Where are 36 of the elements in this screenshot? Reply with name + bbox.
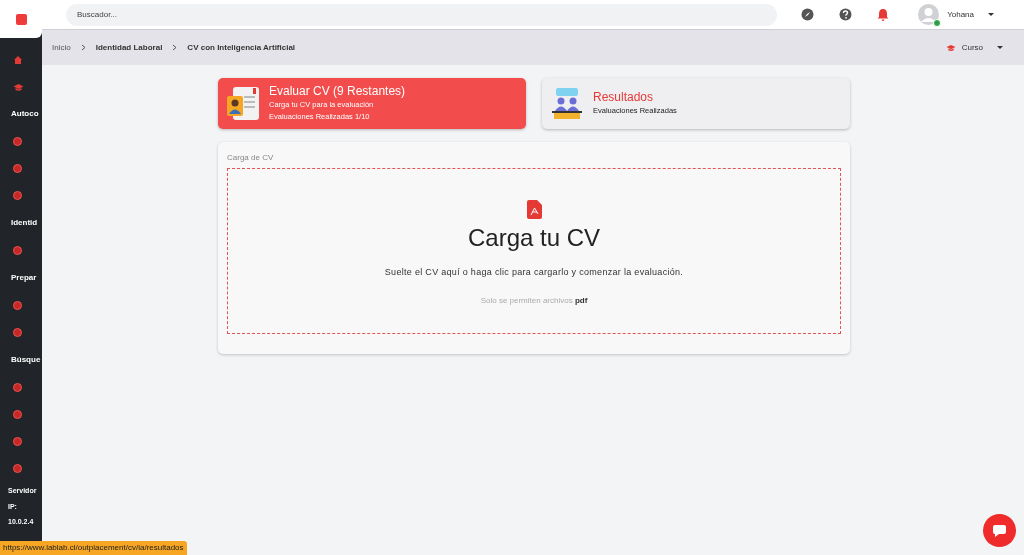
graduation-cap-icon[interactable] xyxy=(13,81,24,92)
card-title: Resultados xyxy=(593,90,655,105)
panel-title: Carga de CV xyxy=(227,152,275,164)
course-menu-label[interactable]: Curso xyxy=(961,41,983,54)
file-drop-zone[interactable]: Carga tu CV Suelte el CV aquí o haga clic para cargarlo y comenzar la evaluación. Solo se permiten archivos pdf xyxy=(227,168,841,334)
bell-icon[interactable] xyxy=(877,8,890,21)
logo-tile[interactable] xyxy=(0,0,42,38)
caret-icon[interactable] xyxy=(997,46,1003,49)
graduation-cap-icon[interactable] xyxy=(945,43,956,52)
home-icon[interactable] xyxy=(13,54,23,65)
file-type-note: Solo se permiten archivos pdf xyxy=(480,294,588,307)
people-meeting-icon xyxy=(549,85,585,122)
sidebar-section-label: Identid xyxy=(11,217,38,229)
upload-instruction: Suelte el CV aquí o haga clic para cargarlo y comenzar la evaluación. xyxy=(384,266,684,279)
breadcrumb-link[interactable]: Identidad Laboral xyxy=(95,41,163,54)
user-name[interactable]: Yohana xyxy=(947,8,974,21)
sidebar-section-label: Prepar xyxy=(11,272,37,284)
breadcrumb-link[interactable]: Inicio xyxy=(52,41,71,54)
compass-icon[interactable] xyxy=(801,8,815,21)
chevron-right-icon xyxy=(80,44,86,51)
help-icon[interactable] xyxy=(839,8,853,21)
sidebar-section-label: Búsque xyxy=(11,354,41,366)
search-field[interactable]: Buscador... xyxy=(66,3,778,26)
link-url-tooltip: https://www.lablab.cl/outplacement/cv/ia/resultados xyxy=(0,541,187,555)
breadcrumb-link[interactable]: CV con Inteligencia Artificial xyxy=(187,41,296,54)
sidebar-section-label: Autoco xyxy=(11,108,39,120)
resume-document-icon xyxy=(225,85,261,122)
avatar-icon[interactable] xyxy=(918,4,940,25)
chat-bubble-icon xyxy=(992,523,1007,538)
card-title: Evaluar CV (9 Restantes) xyxy=(269,84,406,99)
upload-heading: Carga tu CV xyxy=(467,223,601,253)
pdf-file-icon xyxy=(526,200,542,219)
caret-icon[interactable] xyxy=(988,13,994,16)
chevron-right-icon xyxy=(172,44,178,51)
logo-icon xyxy=(15,13,27,25)
chat-button[interactable] xyxy=(983,514,1016,547)
